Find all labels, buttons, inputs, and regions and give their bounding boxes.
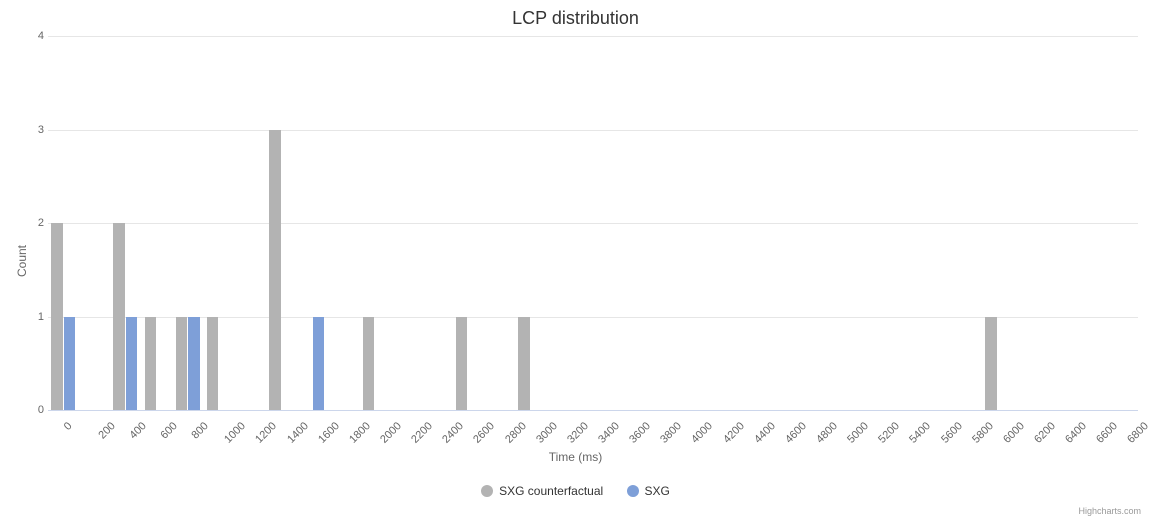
x-tick-label: 0 bbox=[61, 420, 74, 433]
bar-sxg-counterfactual[interactable] bbox=[207, 317, 218, 411]
x-tick-label: 4400 bbox=[752, 420, 778, 446]
chart-credit[interactable]: Highcharts.com bbox=[1078, 506, 1141, 516]
chart-title: LCP distribution bbox=[0, 8, 1151, 29]
bar-sxg-counterfactual[interactable] bbox=[985, 317, 996, 411]
x-tick-label: 6600 bbox=[1094, 420, 1120, 446]
bar-sxg[interactable] bbox=[126, 317, 137, 411]
x-tick-label: 3800 bbox=[658, 420, 684, 446]
x-tick-label: 6800 bbox=[1126, 420, 1151, 446]
x-tick-label: 2000 bbox=[378, 420, 404, 446]
x-tick-label: 4800 bbox=[814, 420, 840, 446]
x-tick-label: 3200 bbox=[565, 420, 591, 446]
bar-sxg-counterfactual[interactable] bbox=[456, 317, 467, 411]
legend-swatch-icon bbox=[481, 485, 493, 497]
x-tick-label: 2800 bbox=[503, 420, 529, 446]
x-tick-label: 800 bbox=[190, 420, 211, 441]
x-tick-label: 6000 bbox=[1001, 420, 1027, 446]
bars-layer bbox=[48, 36, 1138, 410]
x-tick-label: 600 bbox=[158, 420, 179, 441]
legend-label: SXG bbox=[645, 484, 670, 498]
y-tick-label: 0 bbox=[26, 404, 44, 416]
x-tick-label: 5400 bbox=[908, 420, 934, 446]
x-tick-label: 4200 bbox=[721, 420, 747, 446]
bar-sxg-counterfactual[interactable] bbox=[518, 317, 529, 411]
x-tick-label: 2600 bbox=[472, 420, 498, 446]
x-tick-label: 1200 bbox=[254, 420, 280, 446]
legend-label: SXG counterfactual bbox=[499, 484, 603, 498]
x-tick-label: 1000 bbox=[222, 420, 248, 446]
y-tick-label: 3 bbox=[26, 124, 44, 136]
x-tick-label: 1600 bbox=[316, 420, 342, 446]
bar-sxg-counterfactual[interactable] bbox=[113, 223, 124, 410]
x-tick-label: 6400 bbox=[1063, 420, 1089, 446]
bar-sxg[interactable] bbox=[313, 317, 324, 411]
x-tick-label: 4600 bbox=[783, 420, 809, 446]
x-tick-label: 5000 bbox=[845, 420, 871, 446]
y-tick-label: 2 bbox=[26, 217, 44, 229]
lcp-distribution-chart: LCP distribution Count 01234 02004006008… bbox=[0, 0, 1151, 522]
x-tick-label: 3400 bbox=[596, 420, 622, 446]
bar-sxg-counterfactual[interactable] bbox=[176, 317, 187, 411]
plot-area: 01234 bbox=[48, 36, 1138, 411]
x-tick-label: 2200 bbox=[409, 420, 435, 446]
bar-sxg-counterfactual[interactable] bbox=[145, 317, 156, 411]
bar-sxg-counterfactual[interactable] bbox=[363, 317, 374, 411]
x-axis-ticks: 0 200 400 600 800 100012001400160018002000220… bbox=[48, 414, 1138, 446]
legend-item-sxg[interactable]: SXG bbox=[627, 484, 670, 498]
legend: SXG counterfactual SXG bbox=[0, 484, 1151, 500]
bar-sxg[interactable] bbox=[188, 317, 199, 411]
x-tick-label: 3600 bbox=[627, 420, 653, 446]
x-tick-label: 5200 bbox=[876, 420, 902, 446]
x-tick-label: 1800 bbox=[347, 420, 373, 446]
x-axis-label: Time (ms) bbox=[0, 450, 1151, 464]
bar-sxg-counterfactual[interactable] bbox=[51, 223, 62, 410]
x-tick-label: 5800 bbox=[970, 420, 996, 446]
x-tick-label: 5600 bbox=[939, 420, 965, 446]
x-tick-label: 2400 bbox=[440, 420, 466, 446]
x-tick-label: 4000 bbox=[690, 420, 716, 446]
x-tick-label: 1400 bbox=[285, 420, 311, 446]
y-tick-label: 4 bbox=[26, 30, 44, 42]
x-tick-label: 400 bbox=[127, 420, 148, 441]
y-axis-label: Count bbox=[15, 245, 29, 277]
legend-swatch-icon bbox=[627, 485, 639, 497]
bar-sxg[interactable] bbox=[64, 317, 75, 411]
legend-item-sxg-counterfactual[interactable]: SXG counterfactual bbox=[481, 484, 603, 498]
x-tick-label: 3000 bbox=[534, 420, 560, 446]
bar-sxg-counterfactual[interactable] bbox=[269, 130, 280, 411]
x-tick-label: 200 bbox=[96, 420, 117, 441]
y-tick-label: 1 bbox=[26, 311, 44, 323]
x-tick-label: 6200 bbox=[1032, 420, 1058, 446]
